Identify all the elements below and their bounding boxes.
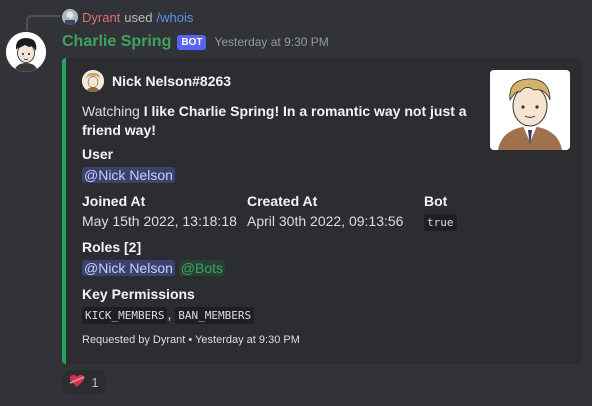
field-bot-value: true [424, 213, 457, 231]
message-timestamp[interactable]: Yesterday at 9:30 PM [214, 35, 328, 49]
field-user-name: User [82, 146, 114, 162]
embed-card: Nick Nelson#8263 Watching I like Charlie… [62, 58, 582, 364]
avatar[interactable] [6, 32, 46, 72]
embed-author-name[interactable]: Nick Nelson#8263 [112, 73, 231, 89]
heart-icon [69, 374, 85, 391]
reply-used-text: used [124, 9, 153, 25]
field-perms-value: KICK_MEMBERS, BAN_MEMBERS [82, 306, 255, 324]
reaction-count: 1 [91, 374, 99, 390]
embed-thumbnail[interactable] [490, 70, 570, 150]
field-joined-value: May 15th 2022, 13:18:18 [82, 213, 237, 229]
role-mention-bots[interactable]: @Bots [178, 260, 226, 276]
reply-connector [26, 15, 60, 31]
field-created-name: Created At [247, 193, 318, 209]
embed-footer: Requested by Dyrant • Yesterday at 9:30 … [82, 334, 300, 346]
perm-kick: KICK_MEMBERS [82, 307, 168, 324]
field-roles-value: @Nick Nelson @Bots [82, 260, 226, 276]
description-prefix: Watching [82, 103, 144, 119]
field-created-value: April 30th 2022, 09:13:56 [247, 213, 404, 229]
bot-badge: BOT [177, 34, 207, 50]
field-roles-name: Roles [2] [82, 239, 142, 255]
embed-author: Nick Nelson#8263 [82, 70, 231, 92]
message-header: Charlie Spring BOT Yesterday at 9:30 PM [62, 32, 329, 52]
perm-separator: , [167, 306, 172, 322]
bot-value-code: true [424, 214, 457, 231]
field-perms-name: Key Permissions [82, 286, 195, 302]
replied-user-avatar[interactable] [62, 9, 78, 25]
message-username[interactable]: Charlie Spring [62, 33, 171, 51]
reaction-button[interactable]: 1 [62, 370, 106, 394]
embed-description: Watching I like Charlie Spring! In a rom… [82, 102, 474, 140]
field-user-value: @Nick Nelson [82, 167, 175, 183]
field-bot-name: Bot [424, 193, 448, 209]
user-mention[interactable]: @Nick Nelson [82, 167, 175, 183]
author-avatar [82, 70, 104, 92]
slash-command[interactable]: /whois [157, 10, 194, 25]
field-joined-name: Joined At [82, 193, 146, 209]
perm-ban: BAN_MEMBERS [175, 307, 255, 324]
role-mention-nick[interactable]: @Nick Nelson [82, 260, 175, 276]
reply-context[interactable]: Dyrant used /whois [62, 8, 193, 26]
replied-username[interactable]: Dyrant [82, 10, 120, 25]
